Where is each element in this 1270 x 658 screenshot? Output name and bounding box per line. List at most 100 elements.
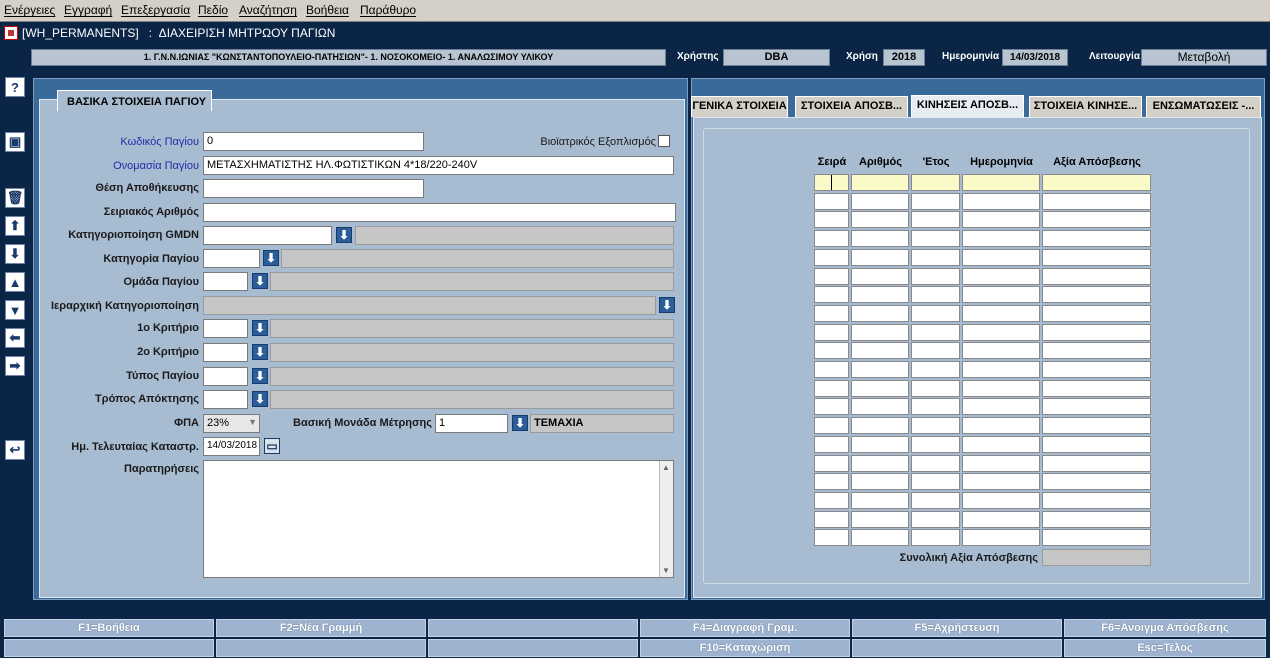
gmdn-input[interactable] <box>203 226 332 245</box>
name-input[interactable]: ΜΕΤΑΣΧΗΜΑΤΙΣΤΗΣ ΗΛ.ΦΩΤΙΣΤΙΚΩΝ 4*18/220-2… <box>203 156 674 175</box>
grid-cell[interactable] <box>1042 529 1151 547</box>
grid-cell[interactable] <box>911 211 960 229</box>
grid-cell[interactable] <box>1042 491 1151 509</box>
grid-cell[interactable] <box>851 529 909 547</box>
grid-cell[interactable] <box>1042 510 1151 528</box>
grid-cell[interactable] <box>962 323 1040 341</box>
notes-textarea[interactable]: ▲ ▼ <box>203 460 674 578</box>
grid-cell[interactable] <box>962 491 1040 509</box>
grid-cell[interactable] <box>911 473 960 491</box>
f1-help-button[interactable]: F1=Βοήθεια <box>4 619 214 637</box>
f6-open-depreciation-button[interactable]: F6=Ανοιγμα Απόσβεσης <box>1064 619 1266 637</box>
grid-cell[interactable] <box>814 361 849 378</box>
grid-cell[interactable] <box>1042 435 1151 453</box>
help-button[interactable]: ? <box>5 77 25 97</box>
grid-cell[interactable] <box>814 323 849 341</box>
tab-general[interactable]: ΓΕΝΙΚΑ ΣΤΟΙΧΕΙΑ <box>691 96 788 117</box>
grid-cell[interactable] <box>911 491 960 509</box>
tab-movement-data[interactable]: ΣΤΟΙΧΕΙΑ ΚΙΝΗΣΕ... <box>1029 96 1142 117</box>
grid-cell[interactable] <box>814 304 849 322</box>
menu-search[interactable]: Αναζήτηση <box>239 3 297 17</box>
grid-cell[interactable] <box>911 230 960 248</box>
grid-cell[interactable] <box>814 211 849 229</box>
grid-cell[interactable] <box>814 342 849 360</box>
tab-depreciation-data[interactable]: ΣΤΟΙΧΕΙΑ ΑΠΟΣΒ... <box>795 96 908 117</box>
scroll-up-icon[interactable]: ▲ <box>662 463 670 472</box>
grid-cell[interactable] <box>1042 342 1151 360</box>
menu-actions[interactable]: Ενέργειες <box>4 3 55 17</box>
grid-cell[interactable] <box>962 417 1040 435</box>
grid-cell[interactable] <box>911 454 960 472</box>
grid-cell[interactable] <box>814 435 849 453</box>
grid-cell[interactable] <box>851 417 909 435</box>
grid-cell[interactable] <box>1042 211 1151 229</box>
up-button[interactable]: ⬆ <box>5 216 25 236</box>
grid-cell[interactable] <box>851 379 909 397</box>
category-lov-button[interactable]: ⬇ <box>263 250 279 266</box>
grid-cell[interactable] <box>911 174 960 191</box>
grid-cell[interactable] <box>1042 248 1151 266</box>
grid-cell[interactable] <box>814 454 849 472</box>
last-button[interactable]: ▼ <box>5 300 25 320</box>
f4-delete-row-button[interactable]: F4=Διαγραφή Γραμ. <box>640 619 850 637</box>
calendar-button[interactable]: ▭ <box>264 438 280 454</box>
f2-new-row-button[interactable]: F2=Νέα Γραμμή <box>216 619 426 637</box>
grid-cell[interactable] <box>962 473 1040 491</box>
grid-cell[interactable] <box>962 248 1040 266</box>
grid-cell[interactable] <box>962 211 1040 229</box>
undo-button[interactable]: ↩ <box>5 440 25 460</box>
gmdn-lov-button[interactable]: ⬇ <box>336 227 352 243</box>
vat-select[interactable]: 23% ▼ <box>203 414 260 433</box>
unit-code-input[interactable]: 1 <box>435 414 508 433</box>
grid-cell[interactable] <box>911 529 960 547</box>
grid-cell[interactable] <box>962 192 1040 210</box>
type-lov-button[interactable]: ⬇ <box>252 368 268 384</box>
inv-date-input[interactable]: 14/03/2018 <box>203 437 260 456</box>
grid-cell[interactable] <box>962 342 1040 360</box>
grid-cell[interactable] <box>851 286 909 304</box>
grid-cell[interactable] <box>851 510 909 528</box>
grid-cell[interactable] <box>814 473 849 491</box>
grid-cell[interactable] <box>851 491 909 509</box>
grid-cell[interactable] <box>851 323 909 341</box>
grid-cell[interactable] <box>814 267 849 285</box>
grid-cell[interactable] <box>814 379 849 397</box>
grid-cell[interactable] <box>814 417 849 435</box>
grid-cell[interactable] <box>911 248 960 266</box>
grid-cell[interactable] <box>962 379 1040 397</box>
grid-cell[interactable] <box>962 435 1040 453</box>
bio-checkbox[interactable] <box>658 135 670 147</box>
grid-cell[interactable] <box>911 435 960 453</box>
grid-cell[interactable] <box>1042 379 1151 397</box>
grid-cell[interactable] <box>911 510 960 528</box>
grid-cell[interactable] <box>814 192 849 210</box>
grid-cell[interactable] <box>851 454 909 472</box>
menu-edit[interactable]: Επεξεργασία <box>121 3 190 17</box>
grid-cell[interactable] <box>962 174 1040 191</box>
grid-cell[interactable] <box>962 398 1040 416</box>
grid-cell[interactable] <box>962 529 1040 547</box>
grid-cell[interactable] <box>1042 267 1151 285</box>
save-button[interactable]: ▣ <box>5 132 25 152</box>
grid-cell[interactable] <box>851 435 909 453</box>
grid-cell[interactable] <box>962 304 1040 322</box>
grid-cell[interactable] <box>962 230 1040 248</box>
grid-cell[interactable] <box>814 491 849 509</box>
crit1-input[interactable] <box>203 319 248 338</box>
grid-cell[interactable] <box>1042 454 1151 472</box>
grid-cell[interactable] <box>1042 174 1151 191</box>
grid-cell[interactable] <box>1042 398 1151 416</box>
grid-cell[interactable] <box>814 398 849 416</box>
scroll-down-icon[interactable]: ▼ <box>662 566 670 575</box>
grid-cell[interactable] <box>851 211 909 229</box>
group-lov-button[interactable]: ⬇ <box>252 273 268 289</box>
grid-cell[interactable] <box>911 342 960 360</box>
grid-cell[interactable] <box>1042 323 1151 341</box>
grid-cell[interactable] <box>911 323 960 341</box>
category-input[interactable] <box>203 249 260 268</box>
grid-cell[interactable] <box>911 398 960 416</box>
menu-field[interactable]: Πεδίο <box>198 3 228 17</box>
type-input[interactable] <box>203 367 248 386</box>
grid-cell[interactable] <box>851 473 909 491</box>
grid-cell[interactable] <box>1042 230 1151 248</box>
